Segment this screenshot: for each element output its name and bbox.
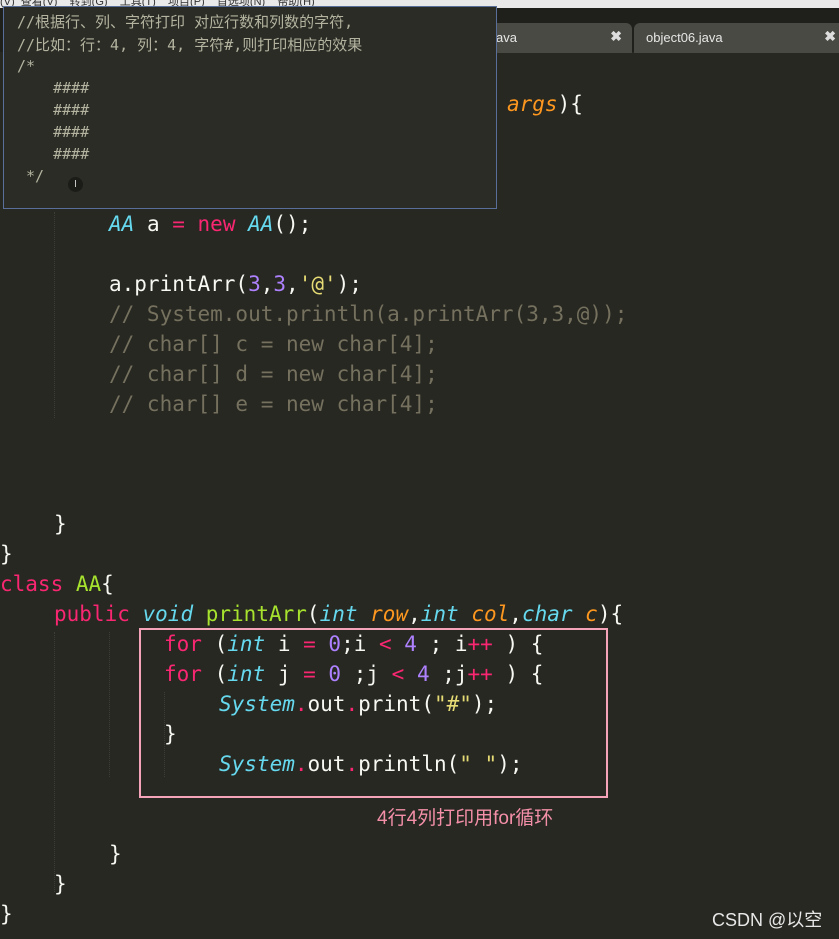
- tooltip-line: */: [17, 167, 45, 185]
- tooltip-line: //比如：行：4, 列：4, 字符#,则打印相应的效果: [17, 36, 363, 54]
- tooltip-line: ####: [17, 101, 90, 119]
- code-comment: // char[] e = new char[4];: [109, 392, 438, 416]
- tab-label: object06.java: [646, 30, 723, 45]
- code-comment: // char[] d = new char[4];: [109, 362, 438, 386]
- code-line: }: [109, 842, 122, 866]
- indent-guide: [54, 212, 55, 418]
- highlight-box: [139, 628, 608, 798]
- annotation-note: 4行4列打印用for循环: [377, 808, 554, 829]
- tab-label: ava: [496, 30, 517, 45]
- indent-guide: [109, 632, 110, 777]
- tooltip-line: //根据行、列、字符打印 对应行数和列数的字符,: [17, 13, 354, 31]
- code-line: AA a = new AA();: [109, 212, 312, 236]
- code-line: }: [0, 542, 13, 566]
- code-line: }: [0, 902, 13, 926]
- code-line: }: [54, 872, 67, 896]
- code-comment: // char[] c = new char[4];: [109, 332, 438, 356]
- tooltip-line: ####: [17, 145, 90, 163]
- code-line: a.printArr(3,3,'@');: [109, 272, 362, 296]
- code-line: }: [54, 512, 67, 536]
- code-comment: // System.out.println(a.printArr(3,3,@))…: [109, 302, 628, 326]
- comment-tooltip: //根据行、列、字符打印 对应行数和列数的字符, //比如：行：4, 列：4, …: [3, 6, 497, 209]
- close-icon[interactable]: ✖: [610, 28, 622, 45]
- indent-guide: [54, 632, 55, 892]
- code-line: args){: [507, 92, 583, 116]
- code-line: class AA{: [0, 572, 114, 596]
- watermark: CSDN @以空: [712, 910, 823, 930]
- text-cursor-icon: I: [68, 177, 83, 192]
- code-line: public void printArr(int row,int col,cha…: [54, 602, 624, 626]
- close-icon[interactable]: ✖: [824, 28, 836, 45]
- tooltip-line: ####: [17, 79, 90, 97]
- tab-object06[interactable]: object06.java ✖: [634, 23, 839, 53]
- tooltip-line: /*: [17, 57, 36, 75]
- tooltip-line: ####: [17, 123, 90, 141]
